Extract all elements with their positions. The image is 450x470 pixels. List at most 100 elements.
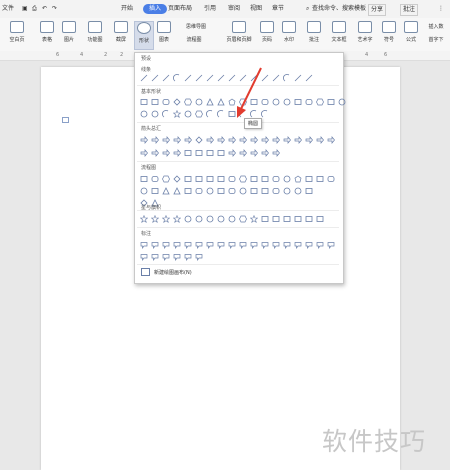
star-shape-circ-icon[interactable] bbox=[183, 214, 192, 223]
menu-home[interactable]: 开始 bbox=[121, 4, 133, 14]
callout-shape-call-icon[interactable] bbox=[271, 240, 280, 249]
arrow-shape-arr-icon[interactable] bbox=[150, 135, 159, 144]
flowchart-shape-circ-icon[interactable] bbox=[282, 174, 291, 183]
flowchart-shape-rect-icon[interactable] bbox=[260, 174, 269, 183]
star-shape-star-icon[interactable] bbox=[139, 214, 148, 223]
callout-shape-call-icon[interactable] bbox=[238, 240, 247, 249]
arrow-shape-arr-icon[interactable] bbox=[216, 135, 225, 144]
flowchart-shape-dia-icon[interactable] bbox=[172, 174, 181, 183]
shapes-button[interactable]: 形状 bbox=[134, 21, 154, 50]
arrow-shape-arr-icon[interactable] bbox=[205, 135, 214, 144]
flowchart-shape-rect-icon[interactable] bbox=[249, 174, 258, 183]
basic-shape-dia-icon[interactable] bbox=[172, 97, 181, 106]
basic-shape-circ-icon[interactable] bbox=[150, 109, 159, 118]
basic-shape-circ-icon[interactable] bbox=[337, 97, 346, 106]
drop-cap-button[interactable]: 首字下 bbox=[424, 35, 448, 47]
callout-shape-call-icon[interactable] bbox=[293, 240, 302, 249]
arrow-shape-arr-icon[interactable] bbox=[249, 135, 258, 144]
callout-shape-call-icon[interactable] bbox=[172, 240, 181, 249]
callout-shape-call-icon[interactable] bbox=[315, 240, 324, 249]
arrow-shape-arr-icon[interactable] bbox=[238, 148, 247, 157]
callout-shape-call-icon[interactable] bbox=[249, 240, 258, 249]
flowchart-shape-circ-icon[interactable] bbox=[282, 186, 291, 195]
flowchart-shape-rect-icon[interactable] bbox=[139, 174, 148, 183]
flowchart-shape-rect-icon[interactable] bbox=[194, 174, 203, 183]
callout-shape-call-icon[interactable] bbox=[150, 252, 159, 261]
arrow-shape-arr-icon[interactable] bbox=[326, 135, 335, 144]
flowchart-shape-rect-icon[interactable] bbox=[216, 174, 225, 183]
menu-chapter[interactable]: 章节 bbox=[272, 4, 284, 14]
line-shape-line-icon[interactable] bbox=[183, 73, 192, 82]
line-shape-line-icon[interactable] bbox=[150, 73, 159, 82]
arrow-shape-arr-icon[interactable] bbox=[304, 135, 313, 144]
arrow-shape-arr-icon[interactable] bbox=[161, 135, 170, 144]
flowchart-shape-tri-icon[interactable] bbox=[161, 186, 170, 195]
arrow-shape-arr-icon[interactable] bbox=[183, 135, 192, 144]
arrow-shape-arr-icon[interactable] bbox=[315, 135, 324, 144]
basic-shape-rect-icon[interactable] bbox=[139, 97, 148, 106]
flowchart-shape-pen-icon[interactable] bbox=[293, 174, 302, 183]
flowchart-shape-rect-icon[interactable] bbox=[216, 186, 225, 195]
wordart-button[interactable]: 艺术字 bbox=[354, 21, 376, 48]
flowchart-shape-rect-icon[interactable] bbox=[304, 174, 313, 183]
arrow-shape-arr-icon[interactable] bbox=[271, 148, 280, 157]
function-chart-button[interactable]: 功能图 bbox=[82, 21, 108, 48]
arrow-shape-arr-icon[interactable] bbox=[260, 148, 269, 157]
arrow-shape-rect-icon[interactable] bbox=[183, 148, 192, 157]
star-shape-rect-icon[interactable] bbox=[271, 214, 280, 223]
comment-button[interactable]: 批注 bbox=[306, 21, 322, 48]
menu-page-layout[interactable]: 页面布局 bbox=[168, 4, 192, 14]
flowchart-shape-rect-icon[interactable] bbox=[150, 186, 159, 195]
basic-shape-hex-icon[interactable] bbox=[183, 97, 192, 106]
insert-number-button[interactable]: 插入数 bbox=[424, 22, 448, 34]
star-shape-rect-icon[interactable] bbox=[282, 214, 291, 223]
callout-shape-call-icon[interactable] bbox=[183, 252, 192, 261]
basic-shape-hex-icon[interactable] bbox=[194, 109, 203, 118]
callout-shape-call-icon[interactable] bbox=[216, 240, 225, 249]
line-shape-arc-icon[interactable] bbox=[172, 73, 181, 82]
menu-file[interactable]: 文件 bbox=[2, 4, 14, 14]
arrow-shape-arr-icon[interactable] bbox=[161, 148, 170, 157]
flowchart-shape-tri-icon[interactable] bbox=[172, 186, 181, 195]
basic-shape-round-icon[interactable] bbox=[161, 97, 170, 106]
star-shape-star-icon[interactable] bbox=[150, 214, 159, 223]
page-number-button[interactable]: 页码 bbox=[258, 21, 276, 48]
basic-shape-circ-icon[interactable] bbox=[271, 97, 280, 106]
line-shape-line-icon[interactable] bbox=[216, 73, 225, 82]
star-shape-circ-icon[interactable] bbox=[227, 214, 236, 223]
callout-shape-call-icon[interactable] bbox=[194, 240, 203, 249]
callout-shape-call-icon[interactable] bbox=[326, 240, 335, 249]
arrow-shape-arr-icon[interactable] bbox=[282, 135, 291, 144]
star-shape-rect-icon[interactable] bbox=[304, 214, 313, 223]
save-icon[interactable]: ▣ bbox=[22, 4, 28, 14]
basic-shape-tri-icon[interactable] bbox=[205, 97, 214, 106]
basic-shape-circ-icon[interactable] bbox=[194, 97, 203, 106]
menu-reference[interactable]: 引用 bbox=[204, 4, 216, 14]
mindmap-button[interactable]: 思维导图 bbox=[176, 22, 216, 34]
blank-page-button[interactable]: 空白页 bbox=[4, 21, 30, 48]
textbox-button[interactable]: 文本框 bbox=[328, 21, 350, 48]
arrow-shape-arr-icon[interactable] bbox=[260, 135, 269, 144]
flowchart-shape-round-icon[interactable] bbox=[194, 186, 203, 195]
basic-shape-arc-icon[interactable] bbox=[205, 109, 214, 118]
arrow-shape-rect-icon[interactable] bbox=[216, 148, 225, 157]
flowchart-shape-rect-icon[interactable] bbox=[183, 174, 192, 183]
table-button[interactable]: 表格 bbox=[38, 21, 56, 48]
flowchart-shape-rect-icon[interactable] bbox=[205, 174, 214, 183]
arrow-shape-arr-icon[interactable] bbox=[172, 148, 181, 157]
flowchart-shape-rect-icon[interactable] bbox=[304, 186, 313, 195]
line-shape-line-icon[interactable] bbox=[205, 73, 214, 82]
line-shape-line-icon[interactable] bbox=[194, 73, 203, 82]
arrow-shape-arr-icon[interactable] bbox=[238, 135, 247, 144]
arrow-shape-arr-icon[interactable] bbox=[172, 135, 181, 144]
arrow-shape-rect-icon[interactable] bbox=[205, 148, 214, 157]
flowchart-shape-hex-icon[interactable] bbox=[161, 174, 170, 183]
arrow-shape-arr-icon[interactable] bbox=[139, 148, 148, 157]
flowchart-shape-circ-icon[interactable] bbox=[139, 186, 148, 195]
screenshot-button[interactable]: 截屏 bbox=[112, 21, 130, 48]
star-shape-star-icon[interactable] bbox=[161, 214, 170, 223]
callout-shape-call-icon[interactable] bbox=[172, 252, 181, 261]
header-footer-button[interactable]: 页眉和页脚 bbox=[222, 21, 256, 48]
flowchart-shape-round-icon[interactable] bbox=[271, 174, 280, 183]
callout-shape-call-icon[interactable] bbox=[139, 240, 148, 249]
